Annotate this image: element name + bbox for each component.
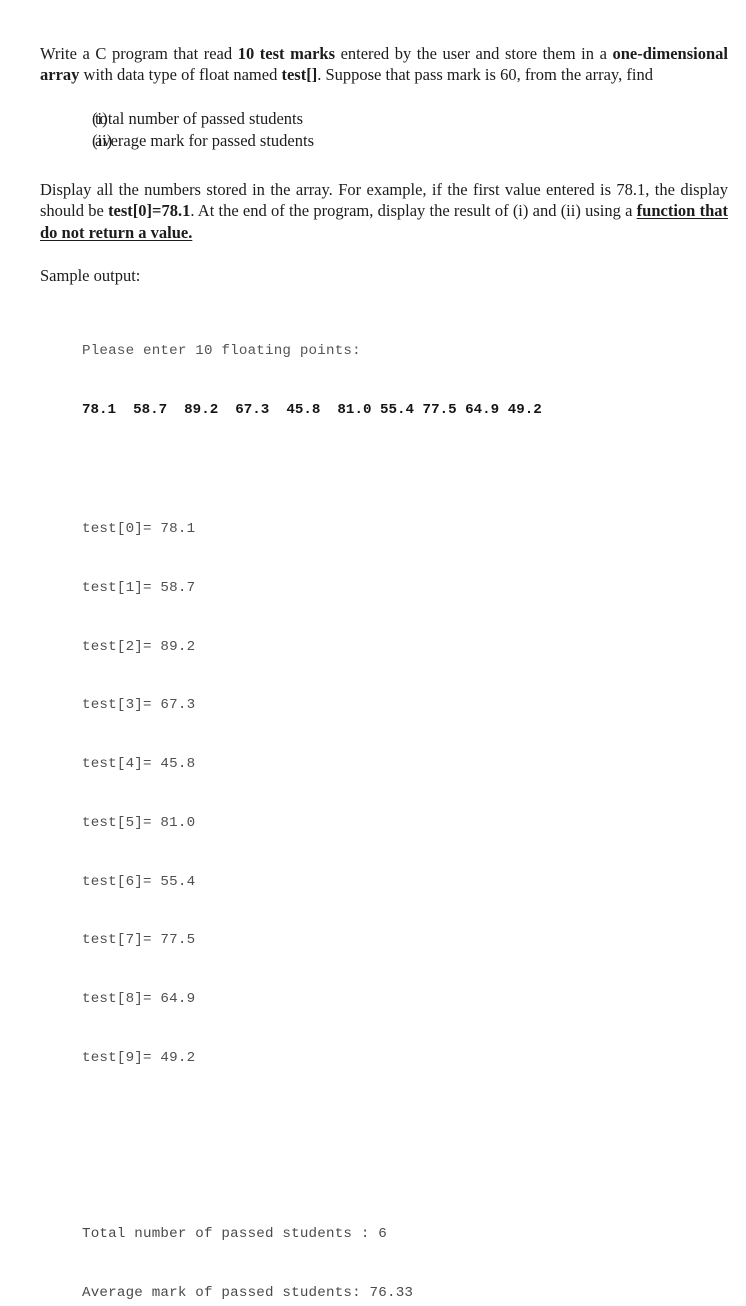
- requirement-item-ii: (ii) average mark for passed students: [40, 130, 640, 152]
- console-spacer-3: [82, 1167, 542, 1187]
- requirement-item-i: (i) total number of passed students: [40, 108, 640, 130]
- console-array-line-2: test[2]= 89.2: [82, 638, 196, 655]
- console-array-line-8: test[8]= 64.9: [82, 991, 196, 1008]
- requirement-text-ii: average mark for passed students: [95, 130, 315, 150]
- document-page: Write a C program that read 10 test mark…: [0, 0, 746, 1302]
- console-array-line-1: test[1]= 58.7: [82, 579, 196, 596]
- console-values-line: 78.1 58.7 89.2 67.3 45.8 81.0 55.4 77.5 …: [82, 401, 542, 418]
- paragraph-1-text-part-2: entered by the user and store them in a: [335, 43, 613, 63]
- console-array-line-0: test[0]= 78.1: [82, 520, 196, 537]
- console-spacer-2: [82, 1108, 542, 1128]
- display-instructions-paragraph: Display all the numbers stored in the ar…: [40, 179, 728, 244]
- paragraph-1-bold-test-identifier: test[]: [281, 65, 318, 84]
- paragraph-1-text-part-3: with data type of float named: [79, 65, 282, 84]
- paragraph-1-text-part-1: Write a C program that read: [40, 43, 238, 63]
- console-average-mark-line: Average mark of passed students: 76.33: [82, 1285, 414, 1302]
- paragraph-1-bold-test-marks: 10 test marks: [237, 43, 335, 63]
- console-array-line-4: test[4]= 45.8: [82, 756, 196, 773]
- question-statement-paragraph: Write a C program that read 10 test mark…: [40, 43, 728, 86]
- console-array-line-9: test[9]= 49.2: [82, 1049, 196, 1066]
- requirements-list: (i) total number of passed students (ii)…: [40, 108, 640, 151]
- console-output-block: Please enter 10 floating points: 78.1 58…: [82, 303, 542, 1306]
- console-array-line-5: test[5]= 81.0: [82, 814, 196, 831]
- console-array-line-6: test[6]= 55.4: [82, 873, 196, 890]
- requirement-marker-ii: (ii): [92, 130, 113, 150]
- paragraph-2-bold-test-zero-example: test[0]=78.1: [108, 201, 191, 220]
- console-prompt-line: Please enter 10 floating points:: [82, 343, 361, 360]
- console-total-passed-line: Total number of passed students : 6: [82, 1226, 387, 1243]
- paragraph-1-text-part-4: . Suppose that pass mark is 60, from the…: [317, 65, 653, 84]
- requirement-text-i: total number of passed students: [95, 109, 304, 128]
- requirement-marker-i: (i): [92, 109, 108, 128]
- console-array-line-7: test[7]= 77.5: [82, 932, 196, 949]
- console-spacer-1: [82, 460, 542, 481]
- paragraph-2-text-part-2: . At the end of the program, display the…: [190, 201, 637, 220]
- console-array-line-3: test[3]= 67.3: [82, 697, 196, 714]
- sample-output-label: Sample output:: [40, 266, 141, 285]
